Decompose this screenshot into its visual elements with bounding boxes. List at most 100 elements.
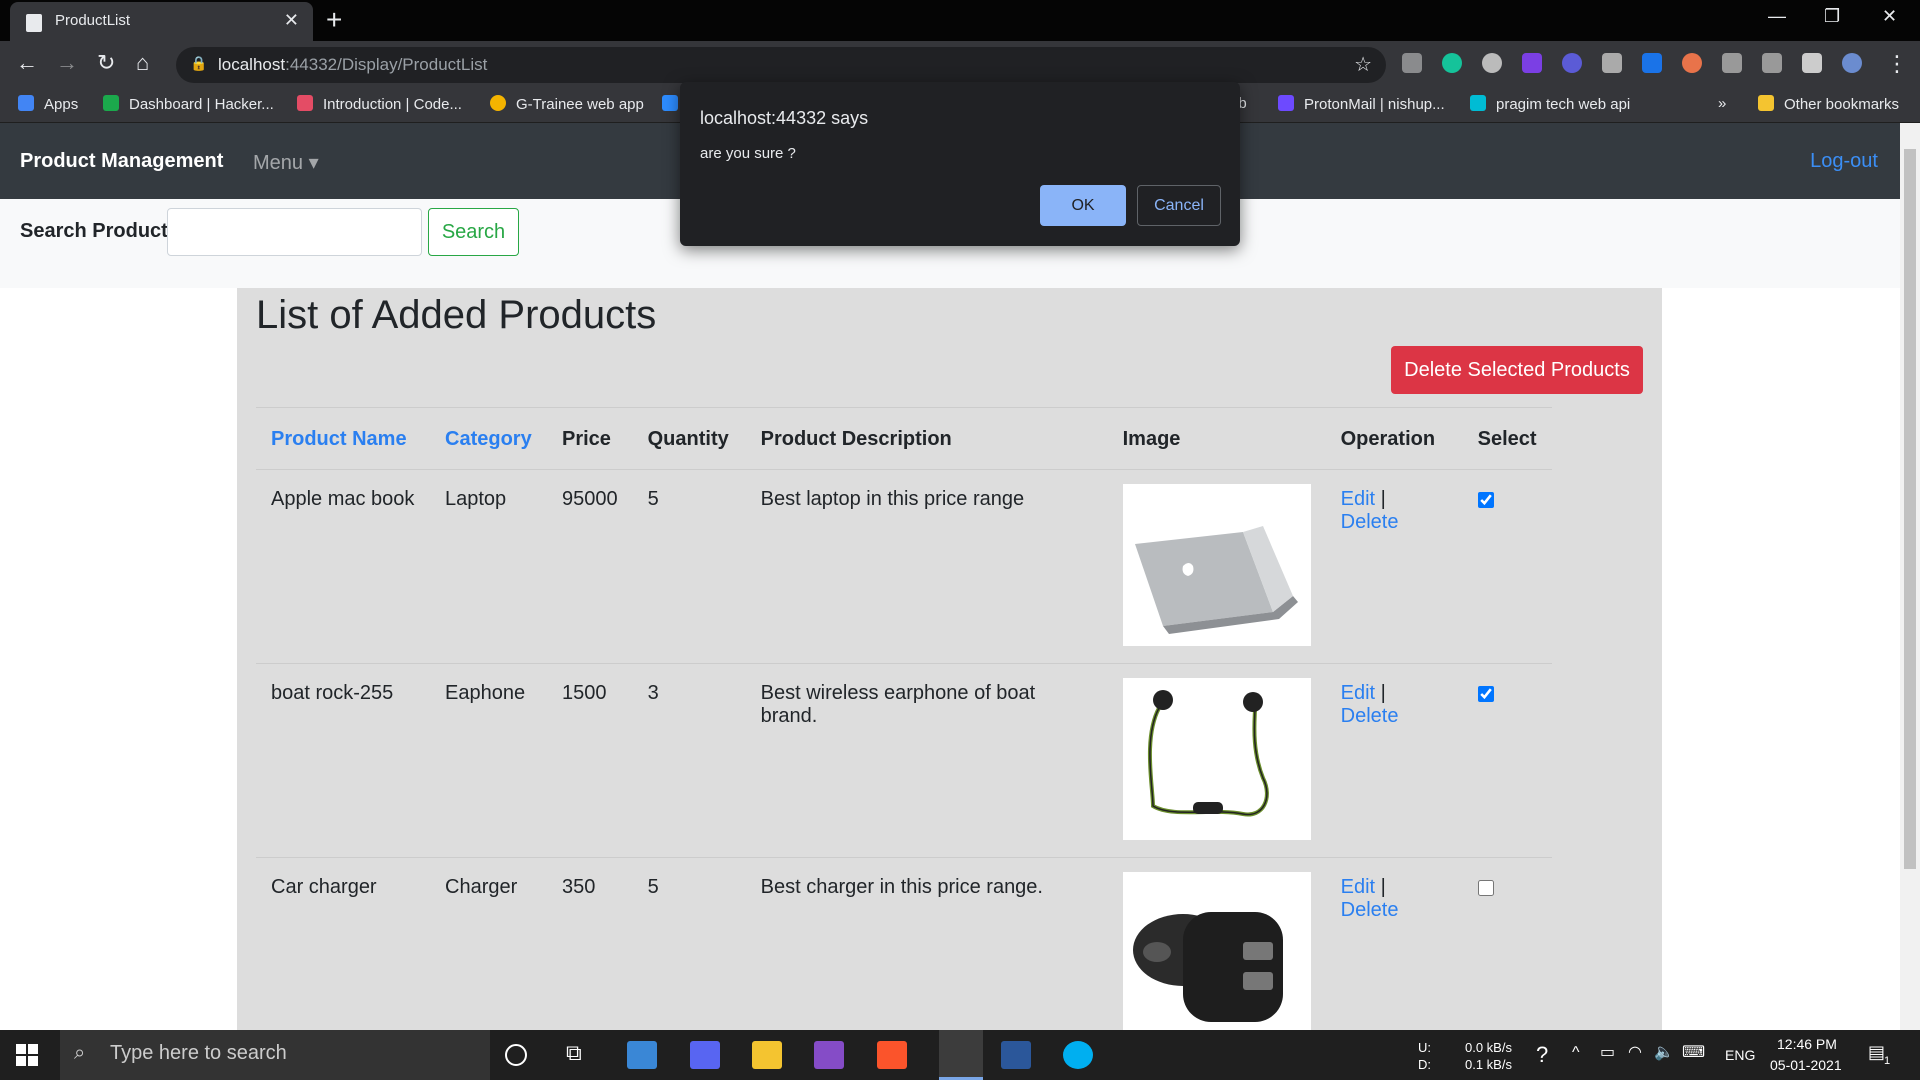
delete-link[interactable]: Delete — [1341, 899, 1399, 921]
net-up-speed: 0.0 kB/s — [1465, 1040, 1512, 1055]
web-page: Product Management Menu ▾ Log-out Search… — [0, 123, 1900, 1030]
bookmark-star-icon[interactable]: ☆ — [1354, 52, 1372, 77]
bookmark-codecademy[interactable]: Introduction | Code... — [297, 95, 462, 113]
keyboard-icon[interactable]: ⌨ — [1682, 1042, 1705, 1062]
bookmark-protonmail[interactable]: ProtonMail | nishup... — [1278, 95, 1445, 113]
cell-name: Car charger — [256, 857, 430, 1030]
browser-menu-icon[interactable]: ⋮ — [1886, 51, 1908, 77]
close-window-icon[interactable]: ✕ — [1882, 6, 1897, 27]
table-header-row: Product Name Category Price Quantity Pro… — [256, 407, 1552, 470]
extension-icon[interactable] — [1642, 53, 1662, 73]
windows-start-icon[interactable] — [16, 1044, 38, 1066]
notifications-icon[interactable]: ▤ — [1868, 1042, 1885, 1063]
logout-link[interactable]: Log-out — [1810, 150, 1878, 173]
word-icon[interactable] — [1001, 1041, 1031, 1069]
back-icon[interactable]: ← — [16, 50, 38, 76]
forward-icon[interactable]: → — [56, 50, 78, 76]
clock-time[interactable]: 12:46 PM — [1777, 1036, 1837, 1052]
grammarly-icon[interactable] — [1442, 53, 1462, 73]
home-icon[interactable]: ⌂ — [136, 50, 149, 76]
bookmark-apps[interactable]: Apps — [18, 95, 78, 113]
col-header-product-name[interactable]: Product Name — [256, 407, 430, 470]
hackerrank-icon — [103, 95, 119, 111]
extension-icon[interactable] — [1402, 53, 1422, 73]
restore-icon[interactable]: ❐ — [1824, 6, 1840, 27]
dialog-message: are you sure ? — [700, 145, 796, 162]
delete-selected-button[interactable]: Delete Selected Products — [1391, 346, 1643, 394]
extension-icon[interactable] — [1682, 53, 1702, 73]
page-scrollbar[interactable] — [1900, 123, 1920, 1030]
table-row: Car charger Charger 350 5 Best charger i… — [256, 857, 1552, 1030]
clock-date[interactable]: 05-01-2021 — [1770, 1057, 1842, 1073]
net-down-label: D: — [1418, 1057, 1431, 1072]
brave-icon[interactable] — [877, 1041, 907, 1069]
lock-icon: 🔒 — [190, 55, 208, 71]
address-bar[interactable]: 🔒 localhost:44332/Display/ProductList ☆ — [176, 47, 1386, 83]
apps-grid-icon — [18, 95, 34, 111]
task-view-icon[interactable]: ⧉ — [566, 1040, 596, 1068]
delete-link[interactable]: Delete — [1341, 705, 1399, 727]
profile-avatar[interactable] — [1842, 53, 1862, 73]
volume-icon[interactable]: 🔈 — [1654, 1042, 1674, 1062]
delete-link[interactable]: Delete — [1341, 511, 1399, 533]
bookmark-hackerrank[interactable]: Dashboard | Hacker... — [103, 95, 274, 113]
more-bookmarks-icon[interactable]: » — [1718, 95, 1726, 112]
reload-icon[interactable]: ↻ — [97, 50, 115, 76]
battery-icon[interactable]: ▭ — [1600, 1042, 1615, 1062]
select-checkbox[interactable] — [1477, 492, 1494, 508]
close-tab-icon[interactable]: ✕ — [284, 10, 299, 31]
col-header-price: Price — [547, 407, 633, 470]
visual-studio-icon[interactable] — [814, 1041, 844, 1069]
select-checkbox[interactable] — [1477, 686, 1494, 702]
cell-name: Apple mac book — [256, 469, 430, 664]
camera-icon[interactable] — [1762, 53, 1782, 73]
language-indicator[interactable]: ENG — [1725, 1047, 1755, 1063]
bookmark-other[interactable]: Other bookmarks — [1758, 95, 1899, 113]
cell-operation: Edit | Delete — [1325, 663, 1463, 858]
net-up-label: U: — [1418, 1040, 1431, 1055]
search-icon: ⌕ — [74, 1042, 86, 1064]
cancel-button[interactable]: Cancel — [1137, 185, 1221, 226]
extension-icon[interactable] — [1482, 53, 1502, 73]
menu-dropdown[interactable]: Menu ▾ — [253, 150, 319, 175]
col-header-category[interactable]: Category — [430, 407, 547, 470]
extension-icon[interactable] — [1562, 53, 1582, 73]
bookmark-g-trainee[interactable]: G-Trainee web app — [490, 95, 644, 113]
bookmark-pragim[interactable]: pragim tech web api — [1470, 95, 1630, 113]
product-table: Product Name Category Price Quantity Pro… — [256, 407, 1552, 1030]
dialog-title: localhost:44332 says — [700, 108, 869, 128]
edit-link[interactable]: Edit — [1341, 876, 1375, 898]
skype-icon[interactable] — [1063, 1041, 1093, 1069]
new-tab-icon[interactable]: + — [326, 4, 342, 36]
file-explorer-icon[interactable] — [752, 1041, 782, 1069]
taskbar-search-box[interactable]: ⌕ Type here to search — [60, 1030, 490, 1080]
select-checkbox[interactable] — [1477, 880, 1494, 896]
discord-icon[interactable] — [690, 1041, 720, 1069]
help-icon[interactable]: ? — [1536, 1042, 1548, 1068]
cell-image — [1107, 469, 1326, 664]
cell-price: 350 — [547, 857, 633, 1030]
tab-title: ProductList — [55, 12, 131, 29]
taskbar-app-icon[interactable] — [627, 1041, 657, 1069]
net-down-speed: 0.1 kB/s — [1465, 1057, 1512, 1072]
extensions-puzzle-icon[interactable] — [1802, 53, 1822, 73]
cell-select — [1462, 857, 1552, 1030]
wifi-icon[interactable]: ◠ — [1628, 1042, 1642, 1062]
download-icon[interactable] — [1722, 53, 1742, 73]
chrome-icon[interactable] — [939, 1030, 983, 1080]
extension-icon[interactable] — [1522, 53, 1542, 73]
chevron-up-icon[interactable]: ^ — [1572, 1044, 1580, 1062]
browser-tab[interactable]: ProductList ✕ — [10, 2, 313, 41]
scrollbar-thumb[interactable] — [1904, 149, 1916, 869]
search-input[interactable] — [167, 208, 422, 256]
edit-link[interactable]: Edit — [1341, 488, 1375, 510]
bookmark-icon — [1470, 95, 1486, 111]
search-button[interactable]: Search — [428, 208, 519, 256]
brand-title[interactable]: Product Management — [20, 150, 223, 173]
ok-button[interactable]: OK — [1040, 185, 1126, 226]
extension-icon[interactable] — [1602, 53, 1622, 73]
edit-link[interactable]: Edit — [1341, 682, 1375, 704]
cell-price: 1500 — [547, 663, 633, 858]
minimize-icon[interactable]: — — [1768, 6, 1786, 27]
cortana-icon[interactable] — [505, 1044, 527, 1066]
